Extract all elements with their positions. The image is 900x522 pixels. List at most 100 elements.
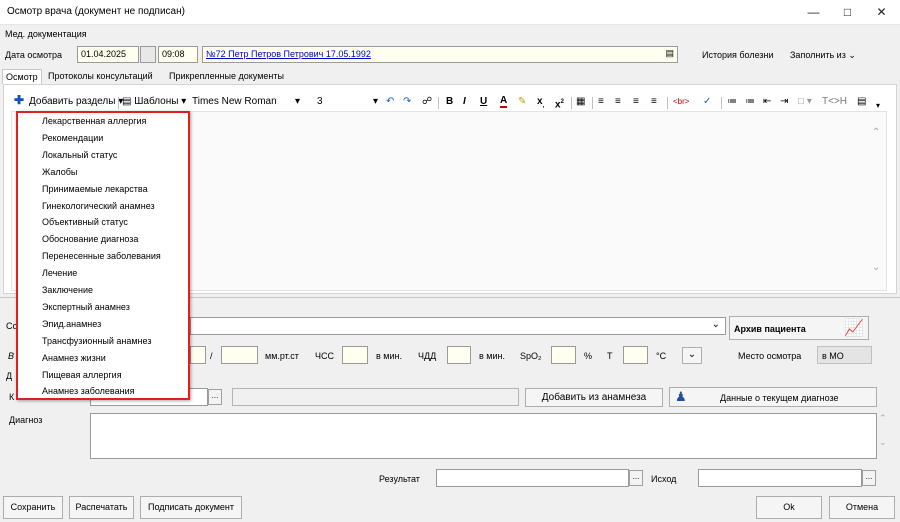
add-from-anamnesis-button[interactable]: Добавить из анамнеза: [525, 388, 663, 407]
dropdown-item-life-history[interactable]: Анамнез жизни: [42, 353, 106, 363]
patient-link[interactable]: №72 Петр Петров Петрович 17.05.1992: [206, 49, 371, 59]
dropdown-item-past-illnesses[interactable]: Перенесенные заболевания: [42, 251, 161, 261]
dropdown-item-food-allergy[interactable]: Пищевая аллергия: [42, 370, 122, 380]
cancel-button[interactable]: Отмена: [829, 496, 895, 519]
current-diagnosis-data-button[interactable]: ♟ Данные о текущем диагнозе: [669, 387, 877, 407]
outcome-picker-button[interactable]: ...: [862, 470, 876, 486]
patient-field[interactable]: №72 Петр Петров Петрович 17.05.1992 ▤: [202, 46, 678, 63]
patient-archive-button[interactable]: Архив пациента 📈: [729, 316, 869, 340]
undo-icon[interactable]: ↶: [386, 95, 394, 109]
cut-label-k: К: [9, 392, 15, 402]
expand-vitals-button[interactable]: ⌄: [682, 347, 702, 364]
patient-archive-label: Архив пациента: [734, 324, 806, 334]
align-right-icon[interactable]: ≡: [633, 95, 639, 109]
exam-time-field[interactable]: 09:08: [158, 46, 198, 63]
dropdown-item-local-status[interactable]: Локальный статус: [42, 150, 117, 160]
diagnosis-text-area[interactable]: [90, 413, 877, 459]
tab-attached-documents[interactable]: Прикрепленные документы: [166, 69, 287, 84]
diagnosis-code-picker-button[interactable]: ...: [208, 389, 222, 405]
chevron-down-icon: ⌄: [848, 50, 856, 60]
calendar-button[interactable]: [140, 46, 156, 63]
highlight-icon[interactable]: ✎: [518, 95, 526, 109]
italic-icon[interactable]: I: [463, 95, 466, 109]
spo2-input[interactable]: [551, 346, 576, 364]
exam-date-field[interactable]: 01.04.2025: [77, 46, 139, 63]
window-title: Осмотр врача (документ не подписан): [7, 6, 185, 17]
spo2-unit-label: %: [584, 351, 593, 361]
print-button[interactable]: Распечатать: [69, 496, 134, 519]
temperature-unit-label: °C: [656, 351, 667, 361]
dropdown-item-expert-history[interactable]: Экспертный анамнез: [42, 302, 130, 312]
dropdown-item-disease-history[interactable]: Анамнез заболевания: [42, 386, 134, 396]
result-label: Результат: [379, 474, 420, 484]
scroll-up-icon[interactable]: ⌃: [872, 127, 880, 138]
minimize-icon[interactable]: —: [797, 0, 830, 25]
bold-icon[interactable]: B: [446, 95, 453, 109]
scroll-down-icon[interactable]: ⌄: [872, 262, 880, 273]
dropdown-item-complaints[interactable]: Жалобы: [42, 167, 77, 177]
ok-button[interactable]: Ok: [756, 496, 822, 519]
dropdown-item-conclusion[interactable]: Заключение: [42, 285, 93, 295]
scroll-up-icon[interactable]: ⌃: [879, 413, 887, 424]
dropdown-item-diagnosis-rationale[interactable]: Обоснование диагноза: [42, 234, 138, 244]
numbered-list-icon[interactable]: ≔: [727, 95, 737, 109]
menu-med-docs[interactable]: Мед. документация: [5, 29, 87, 39]
exam-place-field[interactable]: в МО: [817, 346, 872, 364]
close-icon[interactable]: ✕: [865, 0, 898, 25]
font-size-select[interactable]: 3 ▾: [317, 95, 379, 109]
dropdown-arrow-icon: ▾: [181, 96, 187, 107]
outcome-field[interactable]: [698, 469, 862, 487]
font-name-select[interactable]: Times New Roman ▾: [192, 95, 312, 109]
html-toggle-button[interactable]: T<>H: [822, 95, 847, 109]
underline-icon[interactable]: U: [480, 95, 487, 109]
dropdown-item-objective-status[interactable]: Объективный статус: [42, 217, 128, 227]
pressure-unit-label: мм.рт.ст: [265, 351, 299, 361]
align-center-icon[interactable]: ≡: [615, 95, 621, 109]
temperature-input[interactable]: [623, 346, 648, 364]
pressure-diastolic-input[interactable]: [221, 346, 258, 364]
paste-icon[interactable]: ▤: [857, 95, 866, 109]
format-box-icon[interactable]: ▦: [576, 95, 585, 109]
resp-rate-label: ЧДД: [418, 351, 437, 361]
resp-rate-input[interactable]: [447, 346, 471, 364]
spellcheck-icon[interactable]: ✓: [703, 95, 711, 109]
result-picker-button[interactable]: ...: [629, 470, 643, 486]
align-justify-icon[interactable]: ≡: [651, 95, 657, 109]
align-left-icon[interactable]: ≡: [598, 95, 604, 109]
scroll-down-icon[interactable]: ⌄: [879, 437, 887, 448]
medical-history-link[interactable]: История болезни: [702, 50, 774, 60]
redo-icon[interactable]: ↷: [403, 95, 411, 109]
templates-button[interactable]: ▤ Шаблоны ▾: [122, 95, 186, 109]
chevron-down-icon: ⌄: [687, 349, 697, 360]
dropdown-item-gynecological-history[interactable]: Гинекологический анамнез: [42, 201, 155, 211]
dropdown-item-recommendations[interactable]: Рекомендации: [42, 133, 103, 143]
text-color-icon[interactable]: A: [500, 95, 508, 108]
dropdown-item-treatment[interactable]: Лечение: [42, 268, 77, 278]
toolbar-separator: [667, 97, 668, 109]
insert-object-icon[interactable]: □ ▾: [798, 95, 812, 109]
superscript-icon[interactable]: x2: [555, 95, 564, 112]
add-sections-button[interactable]: Добавить разделы ▾: [29, 95, 123, 109]
find-icon[interactable]: ☍: [422, 95, 432, 109]
plus-icon[interactable]: ✚: [14, 93, 24, 107]
sign-document-button[interactable]: Подписать документ: [140, 496, 242, 519]
current-diagnosis-data-label: Данные о текущем диагнозе: [720, 393, 839, 403]
indent-icon[interactable]: ⇥: [780, 95, 788, 109]
tab-consult-protocols[interactable]: Протоколы консультаций: [45, 69, 156, 84]
dropdown-item-transfusion-history[interactable]: Трансфузионный анамнез: [42, 336, 151, 346]
line-break-icon[interactable]: <br>: [673, 95, 689, 109]
dropdown-item-drug-allergy[interactable]: Лекарственная аллергия: [42, 116, 146, 126]
patient-card-icon[interactable]: ▤: [665, 48, 674, 59]
tab-exam[interactable]: Осмотр: [2, 69, 42, 84]
dropdown-item-medications[interactable]: Принимаемые лекарства: [42, 184, 148, 194]
fill-from-dropdown[interactable]: Заполнить из ⌄: [790, 50, 856, 61]
maximize-icon[interactable]: □: [831, 0, 864, 25]
heart-rate-input[interactable]: [342, 346, 368, 364]
result-field[interactable]: [436, 469, 629, 487]
save-button[interactable]: Сохранить: [3, 496, 63, 519]
dropdown-item-epid-history[interactable]: Эпид.анамнез: [42, 319, 101, 329]
bullet-list-icon[interactable]: ≔: [745, 95, 755, 109]
complaints-select[interactable]: ⌄: [190, 317, 726, 335]
pressure-systolic-input[interactable]: [190, 346, 206, 364]
outdent-icon[interactable]: ⇤: [763, 95, 771, 109]
